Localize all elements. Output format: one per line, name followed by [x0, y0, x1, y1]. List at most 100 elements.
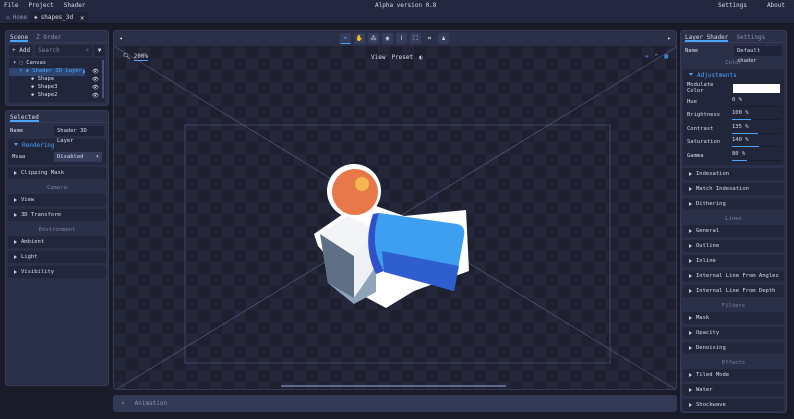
- visibility-icon[interactable]: 👁: [82, 92, 99, 100]
- tab-scene[interactable]: Scene: [10, 34, 29, 42]
- pan-tool-icon[interactable]: ✋: [354, 33, 365, 44]
- group-general[interactable]: General: [683, 224, 784, 237]
- group-indexation[interactable]: Indexation: [683, 167, 784, 180]
- zoom-value[interactable]: 200%: [133, 53, 149, 61]
- chevron-down-icon: ▾: [95, 154, 99, 160]
- visibility-group[interactable]: Visibility: [8, 266, 106, 278]
- search-input[interactable]: Search ⌕: [35, 45, 92, 56]
- group-dithering[interactable]: Dithering: [683, 197, 784, 210]
- preset-button[interactable]: Preset: [391, 54, 413, 61]
- modulate-label: Modulate Color: [687, 82, 714, 94]
- 3d-transform-group[interactable]: 3D Transform: [8, 209, 106, 221]
- person-tool-icon[interactable]: ♟: [438, 33, 449, 44]
- add-shape-tool-icon[interactable]: ⁂: [368, 33, 379, 44]
- shader-name-field[interactable]: Default shader: [734, 46, 782, 64]
- light-group[interactable]: Light: [8, 251, 106, 263]
- search-icon: ⌕: [85, 47, 89, 54]
- slider-value: 80 %: [732, 150, 746, 157]
- group-internal-line-from-depth[interactable]: Internal Line From Depth: [683, 284, 784, 297]
- menu-shader[interactable]: Shader: [64, 2, 86, 9]
- group-inline[interactable]: Inline: [683, 254, 784, 267]
- menu-project[interactable]: Project: [28, 2, 53, 9]
- view-group[interactable]: View: [8, 194, 106, 206]
- tab-z-order[interactable]: Z Order: [36, 34, 61, 42]
- viewport-panel: ◂ ▸ ➤ ✋ ⁂ ◉ ǀ ⛶ ⌗ ♟ 🔍︎ 200% View Preset ◐…: [113, 30, 677, 390]
- view-button[interactable]: View: [371, 54, 385, 61]
- menu-file[interactable]: File: [4, 2, 18, 9]
- tab-file[interactable]: ◈ shapes_3d ✕: [30, 12, 89, 23]
- gamma-slider[interactable]: 80 %: [732, 151, 780, 161]
- tab-settings[interactable]: Settings: [736, 34, 765, 42]
- group-label: Water: [696, 386, 713, 393]
- tab-home-label: Home: [12, 14, 28, 21]
- tab-layer-shader[interactable]: Layer Shader: [685, 34, 729, 42]
- menu-settings[interactable]: Settings: [718, 2, 747, 9]
- group-label: Mask: [696, 314, 710, 321]
- msaa-select[interactable]: Disabled ▾: [54, 152, 102, 162]
- frame-tool-icon[interactable]: ⛶: [410, 33, 421, 44]
- visibility-icon[interactable]: ▮ 👁: [82, 68, 99, 76]
- tree-item-shader-3d-layer[interactable]: ▾ ◈ Shader 3D Layer: [9, 68, 85, 76]
- horizontal-scrollbar[interactable]: [281, 385, 506, 387]
- chevron-down-icon: ▾: [121, 400, 125, 407]
- group-label: General: [696, 227, 720, 234]
- light-tool-icon[interactable]: ǀ: [396, 33, 407, 44]
- group-mask[interactable]: Mask: [683, 311, 784, 324]
- group-internal-line-from-angles[interactable]: Internal Line From Angles: [683, 269, 784, 282]
- slider-row: Gamma 80 %: [683, 149, 784, 163]
- tree-item-canvas[interactable]: ▾ ⬚ Canvas: [9, 60, 105, 68]
- checker-icon[interactable]: ▦: [664, 53, 668, 60]
- visibility-icon[interactable]: 👁: [82, 76, 99, 84]
- adjustments-header[interactable]: Adjustments: [683, 69, 784, 81]
- ambient-group[interactable]: Ambient: [8, 236, 106, 248]
- select-tool-icon[interactable]: ➤: [340, 33, 351, 44]
- group-denoising[interactable]: Denoising: [683, 341, 784, 354]
- corner-icon[interactable]: ⌜: [655, 53, 659, 60]
- group-label: Light: [21, 254, 38, 260]
- group-label: Denoising: [696, 344, 726, 351]
- collapse-left-icon[interactable]: ◂: [119, 35, 123, 42]
- menu-about[interactable]: About: [767, 2, 785, 9]
- collapse-right-icon[interactable]: ▸: [667, 35, 671, 42]
- modulate-color-swatch[interactable]: [732, 83, 780, 93]
- bird-icon[interactable]: ✈: [645, 53, 649, 60]
- tree-label: Canvas: [26, 60, 47, 66]
- group-label: Match Indexation: [696, 185, 749, 192]
- crop-tool-icon[interactable]: ⌗: [424, 33, 435, 44]
- clipping-mask-group[interactable]: Clipping Mask: [8, 167, 106, 179]
- light-direction-icon[interactable]: ◐: [419, 54, 423, 61]
- slider-value: 100 %: [732, 110, 749, 117]
- group-shockwave[interactable]: Shockwave: [683, 398, 784, 411]
- filter-icon[interactable]: ▼: [94, 45, 105, 56]
- group-label: Opacity: [696, 329, 720, 336]
- slider-row: Brightness 100 %: [683, 109, 784, 123]
- brightness-slider[interactable]: 100 %: [732, 110, 780, 121]
- layer-tool-icon[interactable]: ◉: [382, 33, 393, 44]
- script-icon[interactable]: ▮: [82, 69, 85, 75]
- add-button[interactable]: + Add: [9, 45, 34, 56]
- canvas-view[interactable]: [114, 46, 677, 390]
- contrast-slider[interactable]: 135 %: [732, 124, 780, 134]
- group-label: Shockwave: [696, 401, 726, 408]
- scrollbar[interactable]: [102, 60, 104, 98]
- slider-row: Contrast 135 %: [683, 122, 784, 136]
- name-field[interactable]: Shader 3D Layer: [54, 126, 104, 144]
- group-opacity[interactable]: Opacity: [683, 326, 784, 339]
- group-match-indexation[interactable]: Match Indexation: [683, 182, 784, 195]
- visibility-icon[interactable]: 👁: [82, 84, 99, 92]
- group-label: Clipping Mask: [21, 170, 65, 176]
- shape-icon: ◈: [34, 14, 38, 21]
- animation-bar[interactable]: ▾ Animation: [113, 395, 677, 412]
- msaa-label: Msaa: [12, 154, 26, 160]
- tab-home[interactable]: ⌂ Home: [2, 12, 31, 23]
- group-water[interactable]: Water: [683, 383, 784, 396]
- zoom-control[interactable]: 🔍︎ 200%: [123, 53, 149, 61]
- tab-selected[interactable]: Selected: [10, 114, 39, 122]
- slider-label: Saturation: [687, 139, 721, 146]
- tree-label: Shape: [37, 76, 55, 82]
- group-outline[interactable]: Outline: [683, 239, 784, 252]
- hue-slider[interactable]: 0 %: [732, 97, 780, 107]
- saturation-slider[interactable]: 140 %: [732, 137, 780, 148]
- group-tiled-mode[interactable]: Tiled Mode: [683, 368, 784, 381]
- close-icon[interactable]: ✕: [80, 14, 84, 22]
